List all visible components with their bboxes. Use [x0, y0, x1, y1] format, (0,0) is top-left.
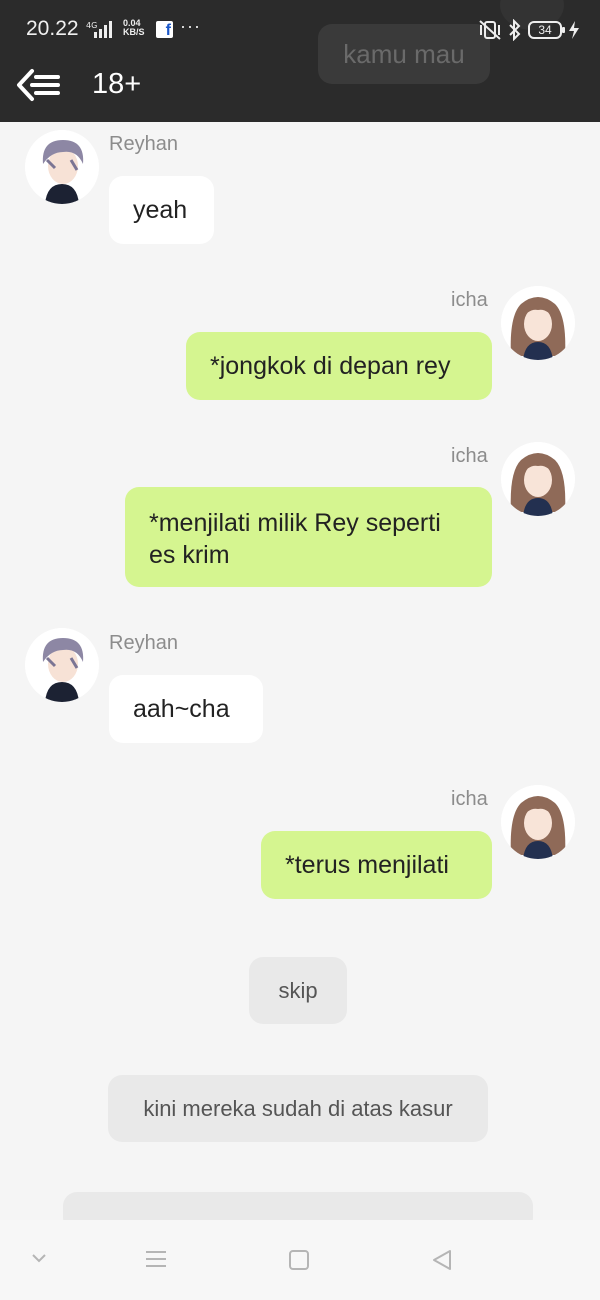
network-speed: 0.04 KB/S — [123, 19, 145, 37]
more-notifications: ··· — [180, 16, 201, 36]
reyhan-avatar[interactable] — [25, 628, 99, 702]
back-triangle-icon[interactable] — [430, 1248, 454, 1272]
message-text: aah~cha — [133, 695, 230, 723]
message-bubble-outgoing[interactable]: *terus menjilati — [261, 831, 492, 899]
message-text: yeah — [133, 196, 188, 224]
reyhan-avatar[interactable] — [25, 130, 99, 204]
sender-name: Reyhan — [109, 632, 178, 654]
message-bubble-incoming[interactable]: aah~cha — [109, 675, 263, 743]
message-bubble-outgoing[interactable]: *jongkok di depan rey — [186, 332, 492, 400]
icha-avatar[interactable] — [501, 286, 575, 360]
svg-text:4G: 4G — [86, 21, 97, 30]
icha-avatar[interactable] — [501, 442, 575, 516]
home-square-icon[interactable] — [288, 1249, 310, 1271]
signal-4g-icon: 4G — [86, 21, 112, 38]
message-bubble-incoming[interactable]: yeah — [109, 176, 214, 244]
sender-name: Reyhan — [109, 133, 178, 155]
system-nav-bar — [0, 1220, 600, 1300]
status-time: 20.22 — [26, 17, 79, 40]
top-bar: kamu mau 20.22 4G 0.04 KB/S f ··· 34 18+ — [0, 0, 600, 122]
message-text: *jongkok di depan rey — [210, 352, 451, 380]
story-option-button[interactable]: kini mereka sudah di atas kasur — [108, 1075, 488, 1142]
facebook-icon: f — [156, 21, 173, 38]
speed-unit: KB/S — [123, 27, 145, 37]
background-message-bubble: kamu mau — [318, 24, 490, 84]
sender-name: icha — [451, 445, 488, 467]
menu-icon[interactable] — [144, 1249, 168, 1269]
chevron-down-icon[interactable] — [30, 1252, 48, 1264]
sender-name: icha — [451, 289, 488, 311]
message-text: *terus menjilati — [285, 851, 449, 879]
message-text-line: *menjilati milik Rey seperti — [149, 509, 441, 537]
icha-avatar[interactable] — [501, 785, 575, 859]
status-right-icons: 34 — [478, 18, 580, 42]
vibrate-mute-icon — [479, 20, 501, 40]
page-title: 18+ — [92, 68, 142, 100]
skip-button[interactable]: skip — [249, 957, 347, 1024]
sender-name: icha — [451, 788, 488, 810]
bluetooth-icon — [509, 19, 521, 41]
charging-icon — [569, 21, 579, 39]
battery-indicator: 34 — [528, 21, 565, 39]
message-text-line: es krim — [149, 541, 230, 569]
message-bubble-outgoing[interactable]: *menjilati milik Rey seperti es krim — [125, 487, 492, 587]
back-menu-icon[interactable] — [14, 66, 62, 104]
